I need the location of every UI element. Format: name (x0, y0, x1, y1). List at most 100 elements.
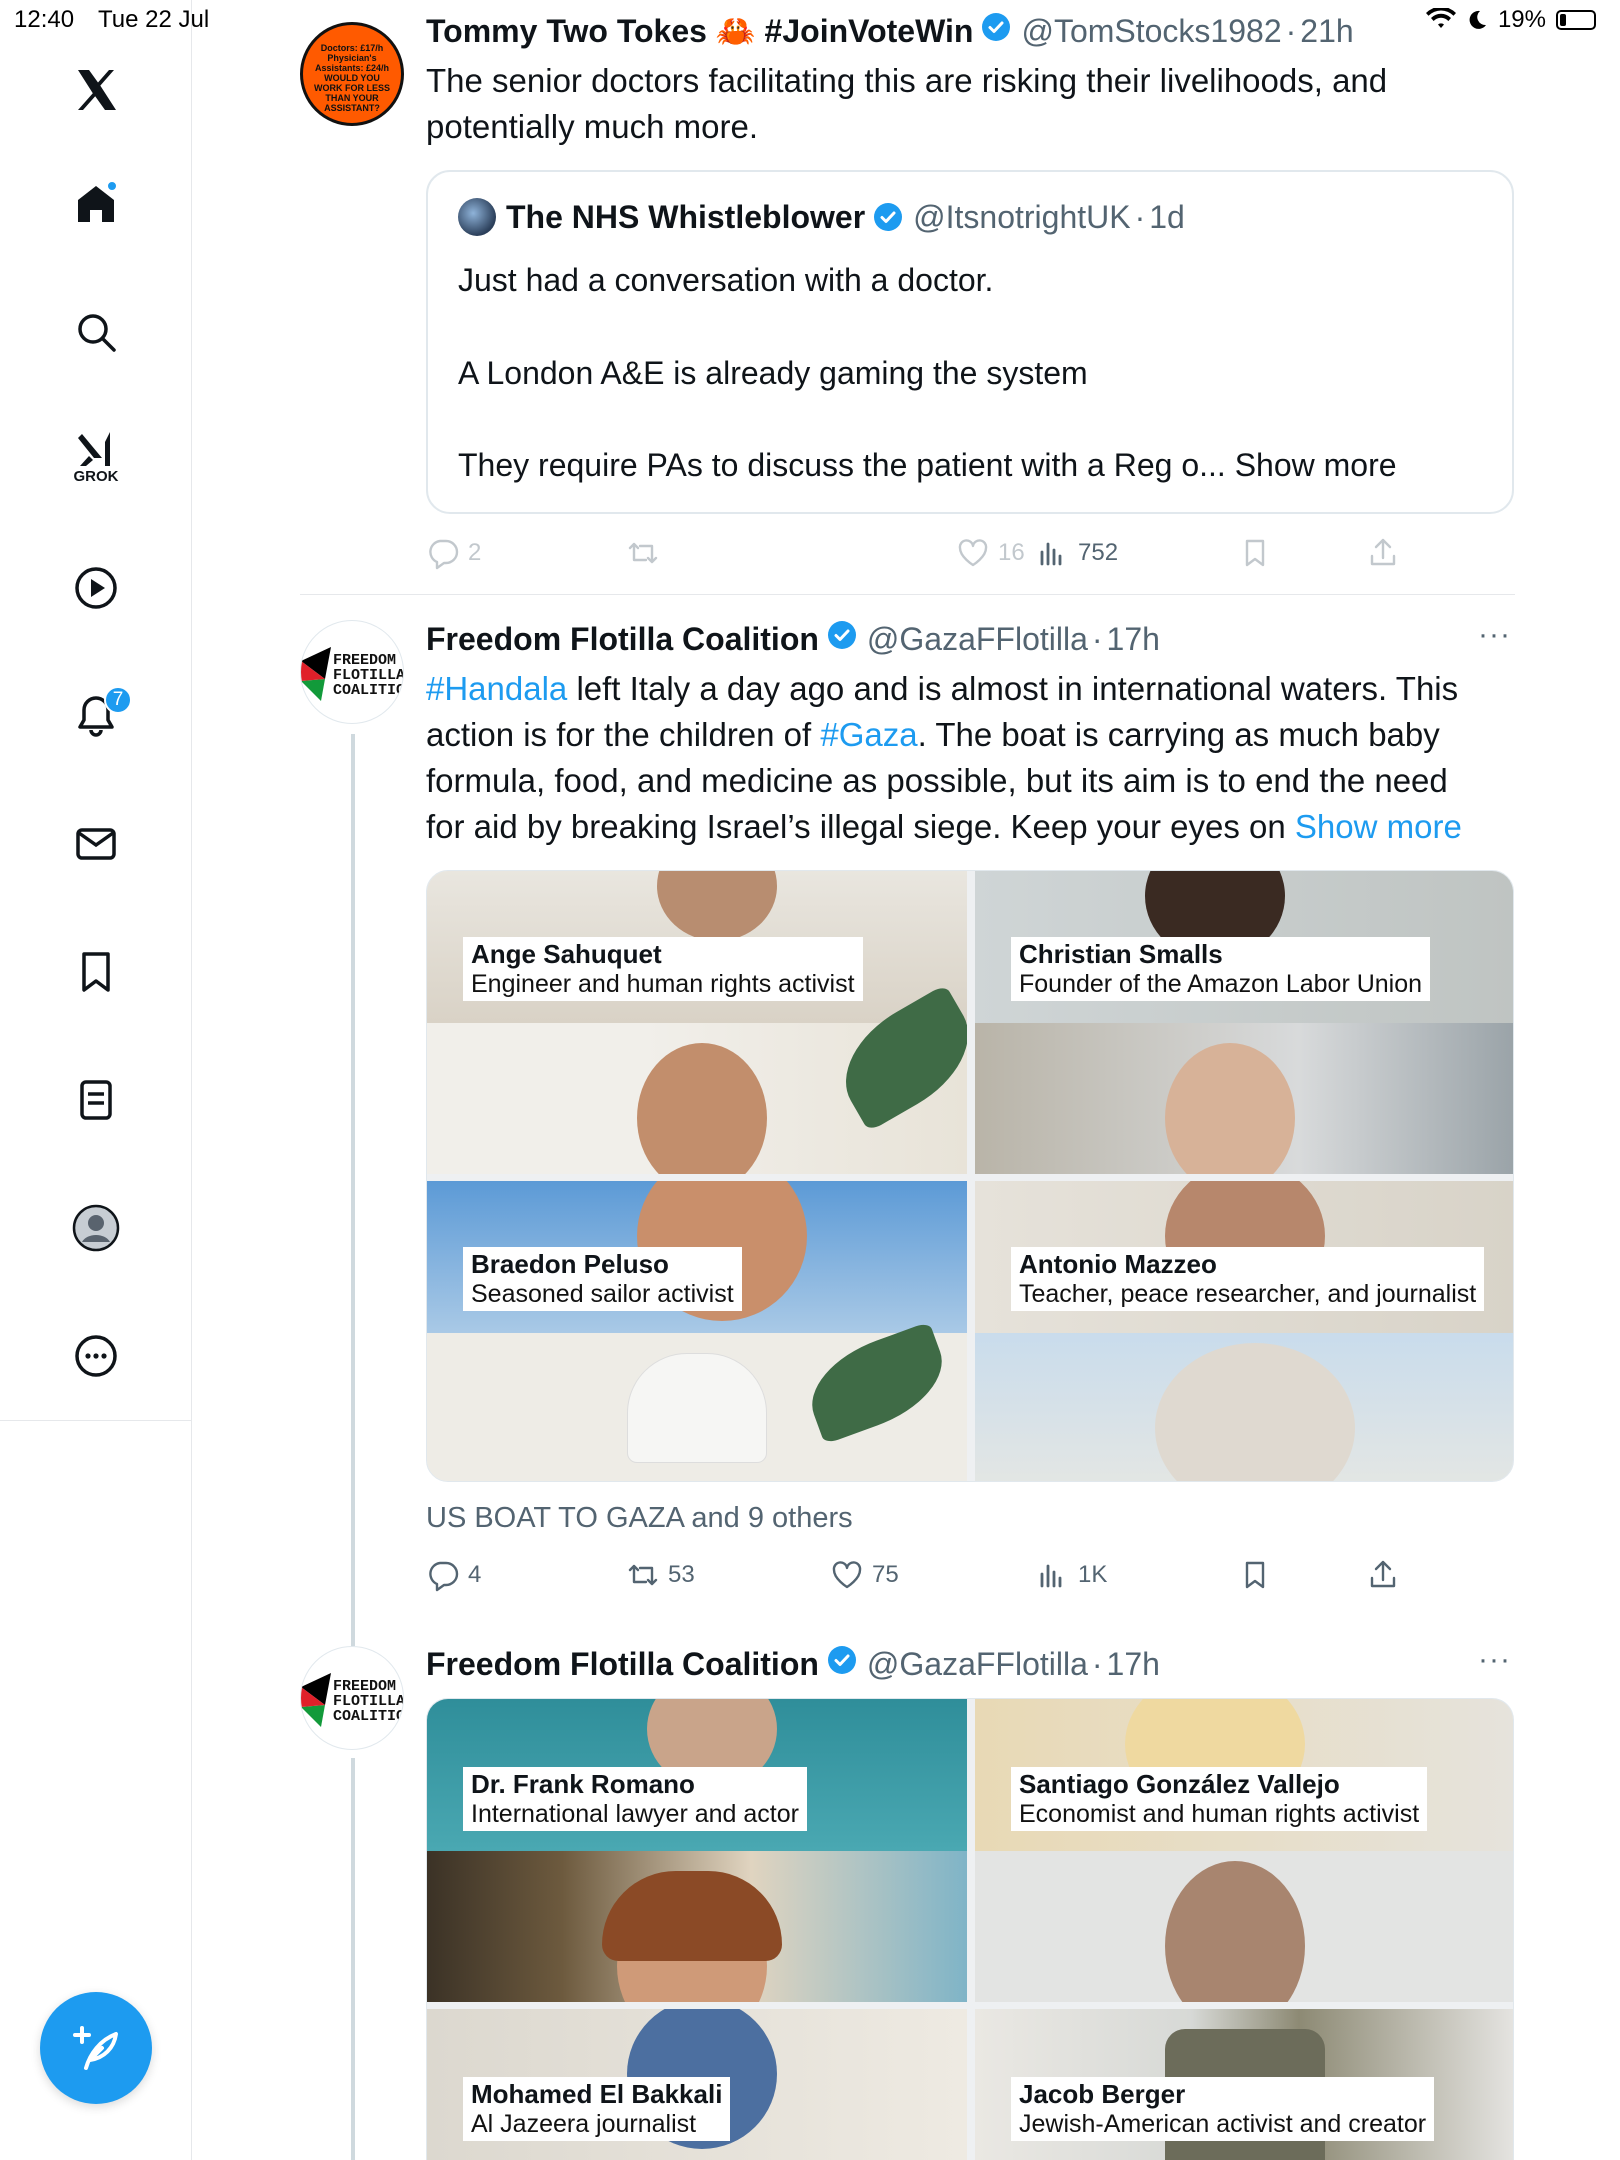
nav-more[interactable] (62, 1322, 130, 1390)
person-label: Braedon Peluso Seasoned sailor activist (463, 1247, 742, 1311)
tweet-text-line: The senior doctors facilitating this are… (426, 62, 1388, 99)
repost-count: 53 (668, 1561, 695, 1588)
views-icon (1040, 542, 1062, 566)
share-button[interactable] (1366, 536, 1400, 570)
share-button[interactable] (1366, 1558, 1400, 1592)
compose-button[interactable] (40, 1992, 152, 2104)
person-label: Mohamed El Bakkali Al Jazeera journalist (463, 2077, 731, 2141)
tweet-text-line: formula, food, and medicine as possible,… (426, 762, 1448, 799)
tweet-text-line: for aid by breaking Israel’s illegal sie… (426, 804, 1516, 850)
person-name: Braedon Peluso (463, 1247, 677, 1280)
bookmark-button[interactable] (1238, 536, 1272, 570)
avatar-text: Doctors: £17/h Physician's Assistants: £… (314, 43, 390, 113)
tweet-time[interactable]: 17h (1107, 1646, 1160, 1683)
nav-bookmarks[interactable] (62, 938, 130, 1006)
photo-bottom (427, 1851, 967, 2002)
author-handle[interactable]: @GazaFFlotilla (867, 621, 1088, 658)
tweet-actions: 4 53 75 1K (426, 1558, 1516, 1602)
tweet-actions-secondary: 752 (426, 536, 1516, 580)
separator-dot: · (1134, 198, 1146, 235)
photo-bottom (975, 1851, 1513, 2002)
tweet-text: The senior doctors facilitating this are… (426, 58, 1516, 150)
author-name[interactable]: Freedom Flotilla Coalition (426, 621, 819, 658)
nav-home[interactable] (62, 170, 130, 238)
views-button[interactable]: 1K (1036, 1558, 1107, 1592)
tweet-text-line: potentially much more. (426, 108, 758, 145)
media-grid[interactable]: Ange Sahuquet Engineer and human rights … (426, 870, 1514, 1482)
person-role: International lawyer and actor (463, 1800, 807, 1831)
tweet-author-avatar[interactable]: FREEDOM FLOTILLA COALITION (300, 620, 404, 724)
tweet-header: Freedom Flotilla Coalition @GazaFFlotill… (426, 1645, 1160, 1683)
quoted-author-handle: @ItsnotrightUK (913, 198, 1131, 235)
text-span: . The boat is carrying as much baby (917, 716, 1440, 753)
sidebar-divider (0, 1420, 192, 1421)
person-label: Antonio Mazzeo Teacher, peace researcher… (1011, 1247, 1485, 1311)
media-tile[interactable]: Jacob Berger Jewish-American activist an… (975, 2009, 1513, 2160)
person-label: Jacob Berger Jewish-American activist an… (1011, 2077, 1435, 2141)
hair-shape (1155, 1343, 1355, 1481)
quoted-tweet-time: 1d (1149, 198, 1185, 235)
bookmark-icon (82, 952, 110, 992)
author-name[interactable]: Freedom Flotilla Coalition (426, 1646, 819, 1683)
nav-lists[interactable] (62, 1066, 130, 1134)
x-logo-icon[interactable] (62, 56, 130, 124)
avatar-icon (72, 1204, 120, 1252)
quoted-text-line: Just had a conversation with a doctor. (458, 262, 994, 298)
media-tile[interactable]: Antonio Mazzeo Teacher, peace researcher… (975, 1181, 1513, 1481)
nav-notifications[interactable]: 7 (62, 682, 132, 750)
face-shape (1165, 1861, 1305, 2002)
media-tile[interactable]: Dr. Frank Romano International lawyer an… (427, 1699, 967, 2002)
tweet-text-line: #Handala left Italy a day ago and is alm… (426, 666, 1516, 712)
nav-messages[interactable] (62, 810, 130, 878)
text-span: action is for the children of (426, 716, 821, 753)
tagged-users[interactable]: US BOAT TO GAZA and 9 others (426, 1502, 853, 1535)
person-role: Teacher, peace researcher, and journalis… (1011, 1280, 1485, 1311)
media-tile[interactable]: Braedon Peluso Seasoned sailor activist (427, 1181, 967, 1481)
battery-icon (1556, 10, 1596, 30)
author-name[interactable]: Tommy Two Tokes 🦀 #JoinVoteWin (426, 12, 973, 50)
media-tile[interactable]: Mohamed El Bakkali Al Jazeera journalist (427, 2009, 967, 2160)
nav-profile[interactable] (62, 1194, 130, 1262)
person-name: Ange Sahuquet (463, 937, 670, 970)
nav-video[interactable] (62, 554, 130, 622)
reply-button[interactable]: 4 (426, 1558, 481, 1592)
media-tile[interactable]: Ange Sahuquet Engineer and human rights … (427, 871, 967, 1174)
leaf-shape (797, 1321, 957, 1445)
media-tile[interactable]: Christian Smalls Founder of the Amazon L… (975, 871, 1513, 1174)
author-handle[interactable]: @TomStocks1982 (1021, 13, 1281, 50)
view-count: 752 (1078, 539, 1119, 566)
bookmark-button[interactable] (1238, 1558, 1272, 1592)
hashtag-link[interactable]: #Handala (426, 670, 567, 707)
nav-search[interactable] (62, 298, 130, 366)
verified-badge-icon (982, 13, 1011, 41)
person-name: Dr. Frank Romano (463, 1767, 703, 1800)
tweet-time[interactable]: 17h (1107, 621, 1160, 658)
text-span: for aid by breaking Israel’s illegal sie… (426, 808, 1295, 845)
author-handle[interactable]: @GazaFFlotilla (867, 1646, 1088, 1683)
media-grid[interactable]: Dr. Frank Romano International lawyer an… (426, 1698, 1514, 2160)
tweet-time[interactable]: 21h (1300, 13, 1353, 50)
tweet-author-avatar[interactable]: Doctors: £17/h Physician's Assistants: £… (300, 22, 404, 126)
repost-button[interactable]: 53 (626, 1558, 695, 1592)
quoted-author-name: The NHS Whistleblower (506, 198, 866, 235)
tweet-header: Freedom Flotilla Coalition @GazaFFlotill… (426, 620, 1160, 658)
views-button[interactable]: 752 (1036, 536, 1118, 570)
quoted-tweet[interactable]: The NHS Whistleblower @ItsnotrightUK · 1… (426, 170, 1514, 514)
person-role: Founder of the Amazon Labor Union (1011, 970, 1431, 1001)
reply-count: 4 (468, 1561, 482, 1588)
person-name: Antonio Mazzeo (1011, 1247, 1225, 1280)
show-more-link[interactable]: Show more (1295, 808, 1462, 845)
media-tile[interactable]: Santiago González Vallejo Economist and … (975, 1699, 1513, 2002)
thread-line (351, 734, 355, 1646)
verified-badge-icon (827, 1646, 856, 1674)
avatar-text: FREEDOM FLOTILLA COALITION (333, 1679, 404, 1724)
cap-shape (627, 1353, 767, 1463)
more-options-icon[interactable]: ··· (1478, 618, 1511, 652)
nav-grok[interactable]: GROK (62, 418, 130, 486)
tweet-author-avatar[interactable]: FREEDOM FLOTILLA COALITION (300, 1646, 404, 1750)
hashtag-link[interactable]: #Gaza (820, 716, 917, 753)
verified-badge-icon (827, 621, 856, 649)
more-options-icon[interactable]: ··· (1478, 1643, 1511, 1677)
like-button[interactable]: 75 (830, 1558, 899, 1592)
separator-dot: · (1091, 1646, 1103, 1682)
